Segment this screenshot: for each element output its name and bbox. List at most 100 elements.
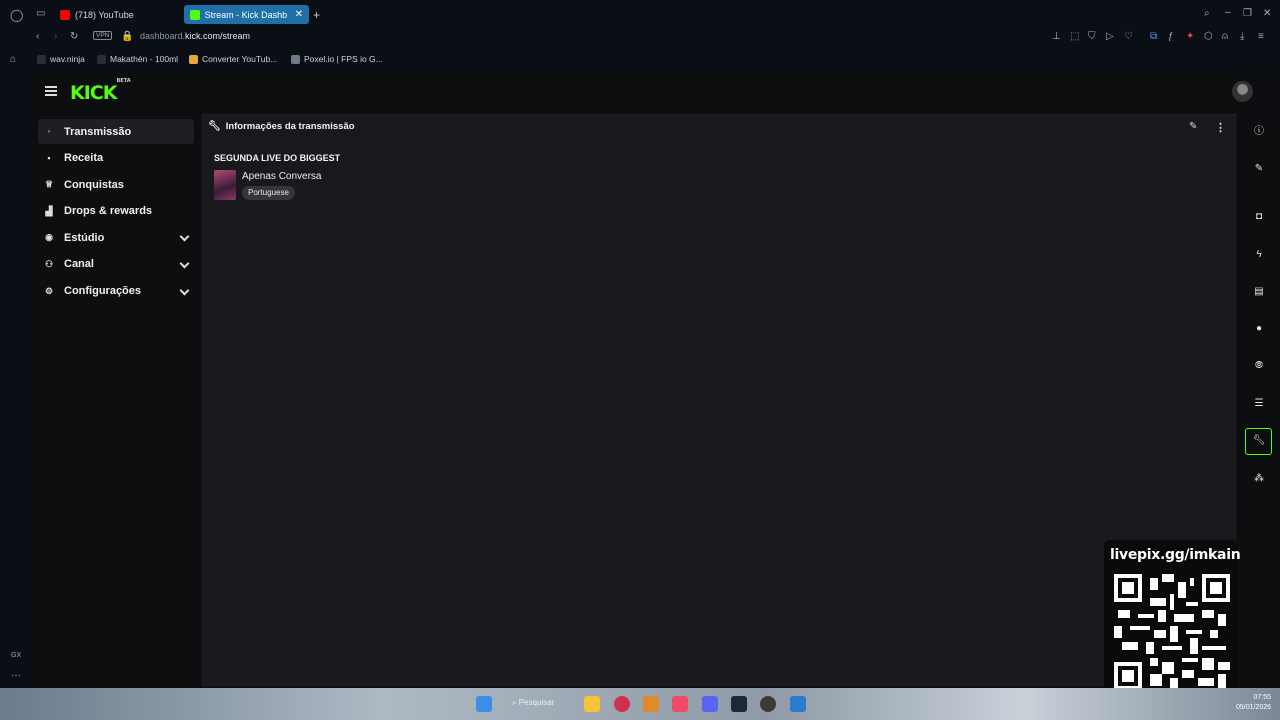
font-extension-icon[interactable]: ƒ — [1168, 31, 1174, 42]
tab-youtube[interactable]: (718) YouTube — [54, 5, 184, 24]
chevron-down-icon[interactable] — [179, 231, 190, 242]
download-icon[interactable]: ⤓ — [1240, 31, 1244, 42]
category-name: Apenas Conversa — [242, 171, 322, 182]
sidebar-item-label: Drops & rewards — [64, 205, 153, 218]
profile-icon[interactable]: ⍝ — [1222, 31, 1228, 42]
hamburger-menu-icon[interactable] — [45, 86, 57, 96]
camera-icon[interactable]: ◘ — [1252, 210, 1266, 224]
minimize-button[interactable]: – — [1225, 7, 1231, 18]
dashboard-sidebar: ◦ Transmissão ▪ Receita ♕ Conquistas ▟ D… — [38, 119, 194, 305]
url-domain: kick.com/stream — [185, 31, 251, 41]
tab-kick-dashboard[interactable]: Stream - Kick Dashbo... ✕ — [184, 5, 309, 24]
extension-red-icon[interactable]: ✦ — [1186, 31, 1194, 42]
sidebar-home-icon[interactable]: ⌂ — [10, 54, 16, 65]
opera-gx-logo-icon[interactable]: ◯ — [10, 8, 23, 22]
tab-label: (718) YouTube — [75, 9, 134, 20]
bookmark-icon — [291, 54, 300, 64]
sidebar-item-label: Canal — [64, 258, 94, 271]
menu-icon[interactable]: ≡ — [1258, 31, 1264, 42]
category-thumbnail — [214, 170, 236, 200]
stream-title: SEGUNDA LIVE DO BIGGEST — [214, 153, 341, 163]
tab-menu-icon[interactable]: ▭ — [36, 8, 45, 19]
discord-icon[interactable] — [702, 696, 718, 712]
taskbar-clock[interactable]: 07:55 05/01/2026 — [1236, 693, 1271, 713]
broadcast-icon: ◦ — [47, 126, 51, 136]
shield-icon[interactable]: ⛉ — [1088, 31, 1096, 42]
drops-icon: ▟ — [45, 205, 53, 216]
chevron-down-icon[interactable] — [179, 285, 190, 296]
edit-icon[interactable]: ✎ — [1189, 121, 1197, 132]
app-icon[interactable] — [790, 696, 806, 712]
wrench-tool-icon[interactable]: 🔧︎ — [1252, 434, 1266, 448]
steam-icon[interactable] — [731, 696, 747, 712]
bookmark-poxel[interactable]: Poxel.io | FPS io G... — [291, 54, 383, 64]
forward-icon[interactable]: › — [54, 31, 57, 42]
close-window-button[interactable]: ✕ — [1263, 8, 1271, 19]
sidebar-item-transmissao[interactable]: ◦ Transmissão — [38, 119, 194, 144]
sidebar-item-estudio[interactable]: ◉ Estúdio — [38, 225, 194, 250]
translate-extension-icon[interactable]: ⧉ — [1150, 31, 1157, 42]
broadcast-signal-icon[interactable]: ⦾ — [1252, 359, 1266, 373]
panel-title: Informações da transmissão — [225, 121, 355, 132]
logo-text: KICK — [70, 82, 117, 104]
opera-gx-icon[interactable] — [614, 696, 630, 712]
info-icon[interactable]: ⓘ — [1252, 125, 1266, 139]
avatar[interactable] — [1232, 81, 1253, 102]
new-tab-button[interactable]: + — [313, 8, 320, 22]
clock-date: 05/01/2026 — [1236, 704, 1272, 711]
bookmark-wav-ninja[interactable]: wav.ninja — [37, 54, 85, 64]
reload-icon[interactable]: ↻ — [70, 31, 78, 42]
sidebar-item-canal[interactable]: ⚇ Canal — [38, 252, 194, 277]
search-icon: ⌕ — [512, 698, 519, 707]
file-explorer-icon[interactable] — [584, 696, 600, 712]
language-badge: Portuguese — [242, 186, 295, 200]
channel-icon: ⚇ — [44, 258, 54, 269]
clock-time: 07:55 — [1253, 694, 1272, 701]
bookmark-icon — [189, 54, 198, 64]
sidebar-item-label: Transmissão — [64, 125, 132, 138]
play-icon[interactable]: ▷ — [1106, 31, 1114, 42]
pencil-icon[interactable]: ✎ — [1252, 162, 1266, 176]
back-icon[interactable]: ‹ — [36, 31, 39, 42]
sidebar-item-conquistas[interactable]: ♕ Conquistas — [38, 172, 194, 197]
snapshot-icon[interactable]: ⬚ — [1070, 31, 1079, 42]
chat-icon[interactable]: ● — [1252, 322, 1266, 336]
document-icon[interactable]: ▤ — [1252, 285, 1266, 299]
bookmark-label: Makathén - 100ml — [110, 54, 179, 64]
gx-label: GX — [11, 652, 22, 659]
lightning-icon[interactable]: ϟ — [1252, 248, 1266, 262]
sidebar-item-label: Conquistas — [64, 178, 124, 191]
heart-icon[interactable]: ♡ — [1124, 31, 1133, 42]
livepix-label: livepix.gg/imkain — [1110, 547, 1241, 563]
more-options-icon[interactable]: ··· — [11, 670, 21, 681]
bookmark-label: Poxel.io | FPS io G... — [304, 54, 383, 64]
taskbar-search[interactable]: ⌕ Pesquisar — [512, 698, 554, 708]
sidebar-item-receita[interactable]: ▪ Receita — [38, 146, 194, 171]
vpn-badge[interactable]: VPN — [93, 31, 113, 40]
kick-logo[interactable]: KICKBETA — [70, 78, 131, 104]
layout-icon[interactable]: ☰ — [1252, 397, 1266, 411]
sidebar-item-drops[interactable]: ▟ Drops & rewards — [38, 199, 194, 224]
sidebar-item-configuracoes[interactable]: ⚙ Configurações — [38, 279, 194, 304]
url-field[interactable]: dashboard.kick.com/stream — [140, 31, 250, 41]
studio-icon: ◉ — [45, 232, 53, 243]
music-icon[interactable] — [672, 696, 688, 712]
settings-icon: ⚙ — [44, 285, 54, 296]
trophy-icon: ♕ — [44, 179, 54, 190]
windows-start-icon[interactable] — [476, 696, 492, 712]
bookmark-makathen[interactable]: Makathén - 100ml — [97, 54, 178, 64]
pin-icon[interactable]: ⊥ — [1052, 31, 1061, 42]
maximize-button[interactable]: ❐ — [1243, 8, 1252, 19]
chevron-down-icon[interactable] — [179, 258, 190, 269]
more-vertical-icon[interactable]: ⋮ — [1215, 121, 1226, 134]
sidebar-item-label: Receita — [64, 152, 104, 165]
kick-favicon-icon — [190, 9, 200, 20]
close-tab-icon[interactable]: ✕ — [295, 9, 303, 20]
extensions-icon[interactable]: ⬡ — [1204, 31, 1213, 42]
bookmark-label: wav.ninja — [50, 54, 85, 64]
users-icon[interactable]: ⁂ — [1252, 472, 1266, 486]
obs-icon[interactable] — [760, 696, 776, 712]
bookmark-converter[interactable]: Converter YouTub... — [189, 54, 277, 64]
fl-studio-icon[interactable] — [643, 696, 659, 712]
search-icon[interactable]: ⌕ — [1204, 8, 1210, 19]
